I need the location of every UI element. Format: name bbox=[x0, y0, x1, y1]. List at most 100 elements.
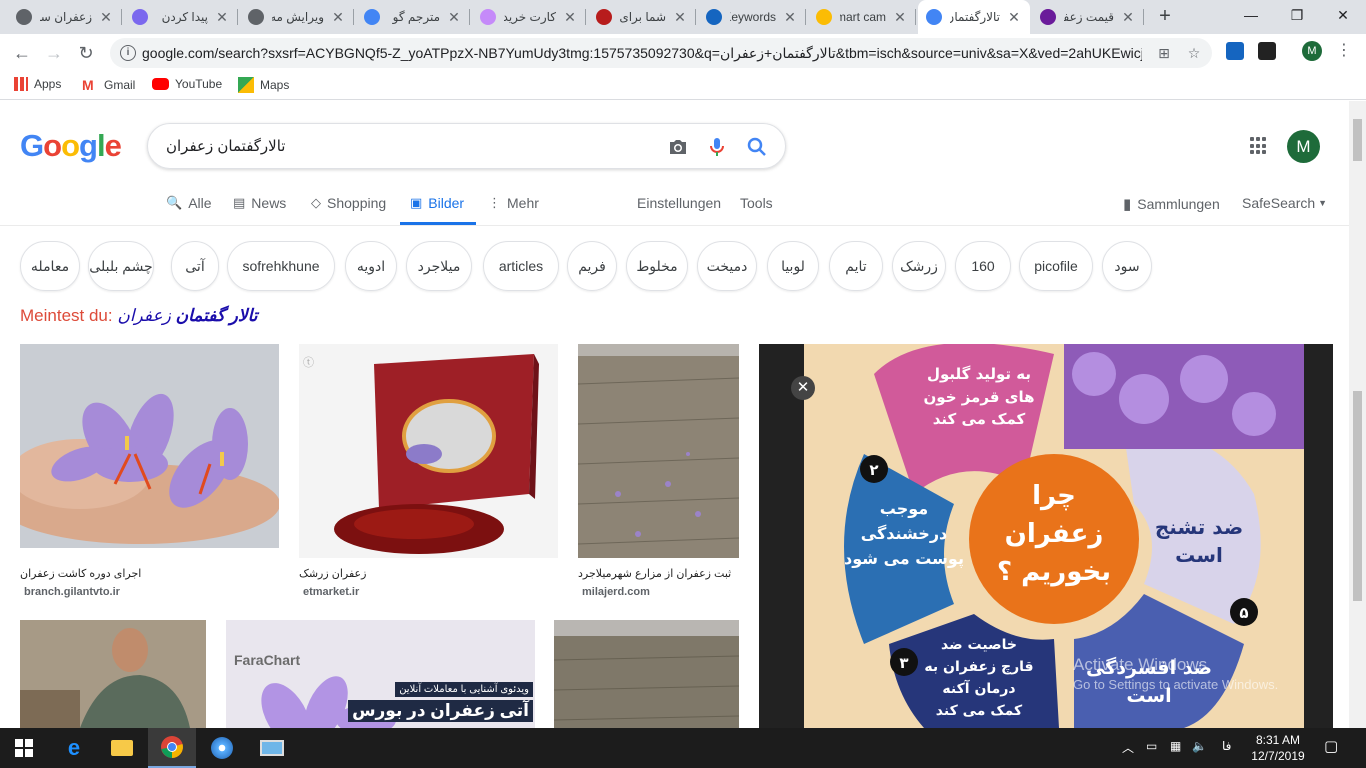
tab-close-icon[interactable]: ✕ bbox=[892, 9, 908, 26]
related-search-chip[interactable]: articles bbox=[483, 241, 559, 291]
address-bar[interactable]: i google.com/search?sxsrf=ACYBGNQf5-Z_yo… bbox=[110, 38, 1212, 68]
did-you-mean-link[interactable]: تالار گفتمان زعفران bbox=[117, 306, 257, 325]
safesearch-dropdown[interactable]: SafeSearch ▼ bbox=[1242, 195, 1327, 211]
translate-icon[interactable]: ⊞ bbox=[1155, 44, 1173, 62]
bookmark-apps[interactable]: Apps bbox=[14, 77, 61, 91]
page-scrollbar[interactable] bbox=[1349, 101, 1366, 728]
maximize-button[interactable]: ❐ bbox=[1274, 0, 1320, 30]
tab-close-icon[interactable]: ✕ bbox=[672, 9, 688, 26]
result-image[interactable]: ⓣ bbox=[299, 344, 558, 558]
related-search-chip[interactable]: ادویه bbox=[345, 241, 397, 291]
account-avatar[interactable]: M bbox=[1287, 130, 1320, 163]
browser-tab[interactable]: مترجم گو ✕ bbox=[356, 0, 470, 34]
extension-check-icon[interactable] bbox=[1258, 42, 1276, 60]
related-search-chip[interactable]: آتی bbox=[171, 241, 219, 291]
tab-close-icon[interactable]: ✕ bbox=[782, 9, 798, 26]
search-input[interactable]: تالارگفتمان زعفران bbox=[166, 137, 285, 155]
tab-close-icon[interactable]: ✕ bbox=[562, 9, 578, 26]
search-icon[interactable] bbox=[745, 135, 769, 159]
tools-link[interactable]: Tools bbox=[740, 195, 773, 211]
related-search-chip[interactable]: فریم bbox=[567, 241, 617, 291]
back-button[interactable]: ← bbox=[10, 41, 34, 65]
tab-more[interactable]: ⋮ Mehr bbox=[488, 195, 539, 211]
tab-shopping[interactable]: ◇ Shopping bbox=[311, 195, 386, 211]
start-button[interactable] bbox=[0, 728, 48, 768]
related-search-chip[interactable]: لوبیا bbox=[767, 241, 819, 291]
related-search-chip[interactable]: سود bbox=[1102, 241, 1152, 291]
browser-tab[interactable]: پیدا کردن ✕ bbox=[124, 0, 238, 34]
tab-close-icon[interactable]: ✕ bbox=[1006, 9, 1022, 26]
close-window-button[interactable]: ✕ bbox=[1320, 0, 1366, 30]
result-image[interactable] bbox=[578, 344, 739, 558]
related-search-chip[interactable]: معامله bbox=[20, 241, 80, 291]
tray-chevron-icon[interactable]: ︿ bbox=[1122, 739, 1134, 756]
tab-all[interactable]: 🔍 Alle bbox=[166, 195, 212, 211]
preview-infographic[interactable]: چرا زعفران بخوریم ؟ به تولید گلبول های ق… bbox=[804, 344, 1304, 728]
related-search-chip[interactable]: چشم بلبلی bbox=[88, 241, 154, 291]
browser-tab[interactable]: Keywords ✕ bbox=[698, 0, 806, 34]
browser-tab[interactable]: کارت خرید ✕ bbox=[472, 0, 586, 34]
extension-icon[interactable] bbox=[1226, 42, 1244, 60]
camera-icon[interactable] bbox=[666, 135, 690, 159]
notifications-icon[interactable]: ▢ bbox=[1324, 737, 1338, 755]
taskbar-clock[interactable]: 8:31 AM 12/7/2019 bbox=[1248, 732, 1308, 764]
profile-avatar[interactable]: M bbox=[1302, 41, 1322, 61]
tab-close-icon[interactable]: ✕ bbox=[1120, 9, 1136, 26]
result-caption[interactable]: زعفران زرشک bbox=[299, 567, 558, 580]
result-image[interactable] bbox=[20, 344, 279, 548]
browser-tab[interactable]: تالارگفتمان ✕ bbox=[918, 0, 1030, 34]
new-tab-button[interactable]: + bbox=[1153, 5, 1177, 29]
related-search-chip[interactable]: دمیخت bbox=[697, 241, 757, 291]
tray-language[interactable]: فا bbox=[1222, 739, 1231, 753]
forward-button[interactable]: → bbox=[42, 41, 66, 65]
related-search-chip[interactable]: مخلوط bbox=[626, 241, 688, 291]
site-info-icon[interactable]: i bbox=[120, 45, 136, 61]
related-search-chip[interactable]: 160 bbox=[955, 241, 1011, 291]
minimize-button[interactable]: — bbox=[1228, 0, 1274, 30]
related-search-chip[interactable]: میلاجرد bbox=[406, 241, 472, 291]
preview-scrollbar-thumb[interactable] bbox=[1353, 391, 1362, 601]
taskbar-file-explorer[interactable] bbox=[98, 728, 146, 768]
result-image[interactable] bbox=[20, 620, 206, 728]
result-image[interactable] bbox=[554, 620, 739, 728]
result-caption[interactable]: ثبت زعفران از مزارع شهرمیلاجرد bbox=[578, 567, 739, 580]
settings-link[interactable]: Einstellungen bbox=[637, 195, 721, 211]
browser-tab[interactable]: قیمت زعفر ✕ bbox=[1032, 0, 1144, 34]
reload-button[interactable]: ↻ bbox=[74, 41, 98, 65]
address-url[interactable]: google.com/search?sxsrf=ACYBGNQf5-Z_yoAT… bbox=[142, 45, 1142, 62]
tray-battery-icon[interactable]: ▭ bbox=[1146, 739, 1157, 753]
bookmark-gmail[interactable]: M Gmail bbox=[82, 77, 135, 93]
tray-network-icon[interactable]: ▦ bbox=[1170, 739, 1181, 753]
result-image[interactable]: FaraChart ویدئوی آشنایی با معاملات آنلای… bbox=[226, 620, 535, 728]
collections-link[interactable]: ▮ Sammlungen bbox=[1123, 195, 1220, 213]
browser-tab[interactable]: Smart cam ✕ bbox=[808, 0, 916, 34]
close-preview-button[interactable]: ✕ bbox=[791, 376, 815, 400]
tab-close-icon[interactable]: ✕ bbox=[330, 9, 346, 26]
tab-close-icon[interactable]: ✕ bbox=[98, 9, 114, 26]
microphone-icon[interactable] bbox=[705, 135, 729, 159]
search-box[interactable]: تالارگفتمان زعفران bbox=[147, 123, 786, 169]
browser-menu-icon[interactable]: ⋮ bbox=[1336, 40, 1352, 60]
related-search-chip[interactable]: picofile bbox=[1019, 241, 1093, 291]
tab-images[interactable]: ▣ Bilder bbox=[410, 195, 464, 211]
result-caption[interactable]: اجرای دوره کاشت زعفران bbox=[20, 567, 279, 580]
google-apps-icon[interactable] bbox=[1250, 137, 1268, 155]
bookmark-youtube[interactable]: YouTube bbox=[152, 77, 222, 91]
related-search-chip[interactable]: تایم bbox=[829, 241, 883, 291]
scrollbar-thumb[interactable] bbox=[1353, 119, 1362, 161]
tab-close-icon[interactable]: ✕ bbox=[214, 9, 230, 26]
browser-tab[interactable]: زعفران سر ✕ bbox=[8, 0, 122, 34]
bookmark-maps[interactable]: Maps bbox=[238, 77, 289, 93]
tab-close-icon[interactable]: ✕ bbox=[446, 9, 462, 26]
taskbar-network-app[interactable] bbox=[248, 728, 296, 768]
taskbar-edge[interactable]: e bbox=[50, 728, 98, 768]
browser-tab[interactable]: شما برای ✕ bbox=[588, 0, 696, 34]
tray-volume-icon[interactable]: 🔈 bbox=[1192, 739, 1207, 753]
bookmark-star-icon[interactable]: ☆ bbox=[1185, 44, 1203, 62]
google-logo[interactable]: Google bbox=[20, 128, 122, 164]
browser-tab[interactable]: ویرایش مه ✕ bbox=[240, 0, 354, 34]
taskbar-chrome[interactable] bbox=[148, 728, 196, 768]
tab-news[interactable]: ▤ News bbox=[233, 195, 286, 211]
taskbar-media-app[interactable] bbox=[198, 728, 246, 768]
related-search-chip[interactable]: زرشک bbox=[892, 241, 946, 291]
